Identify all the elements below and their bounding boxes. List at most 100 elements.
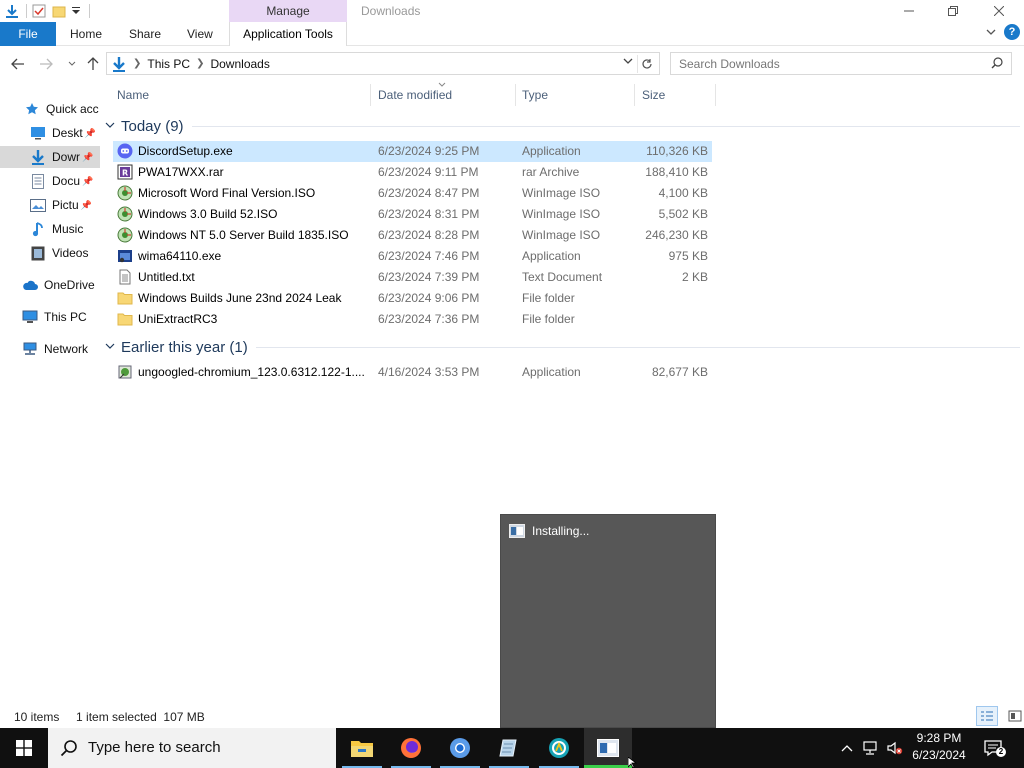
tray-network[interactable] bbox=[860, 728, 882, 768]
tab-application-tools[interactable]: Application Tools bbox=[229, 22, 347, 46]
restore-button[interactable] bbox=[930, 0, 976, 22]
forward-button[interactable] bbox=[36, 54, 56, 74]
file-row[interactable]: ungoogled-chromium_123.0.6312.122-1.... … bbox=[113, 362, 712, 383]
file-row[interactable]: Windows Builds June 23nd 2024 Leak 6/23/… bbox=[113, 288, 712, 309]
details-view-button[interactable] bbox=[976, 706, 998, 726]
notification-badge: 2 bbox=[996, 747, 1006, 757]
firefox-icon bbox=[401, 738, 421, 758]
minimize-button[interactable] bbox=[886, 0, 932, 22]
restore-icon bbox=[948, 6, 958, 16]
customize-qat-icon[interactable] bbox=[71, 3, 81, 19]
mouse-cursor-icon bbox=[627, 756, 638, 768]
tab-file[interactable]: File bbox=[0, 22, 56, 46]
taskbar-notepad[interactable] bbox=[485, 728, 533, 768]
file-row[interactable]: DiscordSetup.exe 6/23/2024 9:25 PM Appli… bbox=[113, 141, 712, 162]
collapse-chevron-icon[interactable] bbox=[105, 341, 121, 353]
nav-onedrive[interactable]: OneDrive bbox=[22, 274, 100, 296]
nav-item-label: Docu bbox=[52, 174, 81, 188]
taskbar-file-explorer[interactable] bbox=[338, 728, 386, 768]
sort-indicator-icon bbox=[438, 80, 446, 89]
new-folder-icon[interactable] bbox=[51, 3, 67, 19]
search-box[interactable]: Search Downloads bbox=[670, 52, 1012, 75]
taskbar-installer[interactable] bbox=[584, 728, 632, 768]
group-divider bbox=[191, 125, 1020, 127]
nav-network-label: Network bbox=[44, 342, 89, 356]
column-divider[interactable] bbox=[370, 84, 371, 106]
nav-onedrive-label: OneDrive bbox=[44, 278, 95, 292]
start-button[interactable] bbox=[0, 728, 48, 768]
file-row[interactable]: Microsoft Word Final Version.ISO 6/23/20… bbox=[113, 183, 712, 204]
tray-volume[interactable] bbox=[884, 728, 906, 768]
column-header-name[interactable]: Name bbox=[117, 84, 367, 106]
large-icons-view-button[interactable] bbox=[1004, 706, 1024, 726]
search-icon bbox=[991, 57, 1003, 72]
column-header-size[interactable]: Size bbox=[642, 84, 712, 106]
recent-locations-button[interactable] bbox=[62, 54, 82, 74]
installing-dialog[interactable]: Installing... bbox=[500, 514, 716, 728]
nav-item-label: Music bbox=[52, 222, 84, 236]
file-type: File folder bbox=[522, 312, 575, 326]
expand-ribbon-icon[interactable] bbox=[986, 25, 996, 39]
nav-item-videos[interactable]: Videos bbox=[30, 242, 100, 264]
file-row[interactable]: wima64110.exe 6/23/2024 7:46 PM Applicat… bbox=[113, 246, 712, 267]
file-type: WinImage ISO bbox=[522, 186, 601, 200]
taskbar-search-input[interactable]: Type here to search bbox=[88, 739, 221, 756]
folder-icon bbox=[117, 311, 133, 327]
downloads-icon[interactable] bbox=[4, 3, 20, 19]
group-header-earlier-this-year[interactable]: Earlier this year (1) bbox=[105, 336, 1020, 358]
column-divider[interactable] bbox=[515, 84, 516, 106]
file-name: ungoogled-chromium_123.0.6312.122-1.... bbox=[138, 365, 365, 379]
file-row[interactable]: Windows 3.0 Build 52.ISO 6/23/2024 8:31 … bbox=[113, 204, 712, 225]
breadcrumb-this-pc[interactable]: This PC bbox=[147, 57, 190, 71]
arduino-icon bbox=[549, 738, 569, 758]
column-divider[interactable] bbox=[715, 84, 716, 106]
taskbar-arduino[interactable] bbox=[535, 728, 583, 768]
tray-clock[interactable]: 9:28 PM 6/23/2024 bbox=[908, 730, 970, 764]
back-button[interactable] bbox=[8, 54, 28, 74]
star-icon bbox=[24, 101, 40, 117]
column-divider[interactable] bbox=[634, 84, 635, 106]
taskbar-firefox[interactable] bbox=[387, 728, 435, 768]
refresh-icon[interactable] bbox=[637, 55, 655, 73]
nav-item-documents[interactable]: Docu 📌 bbox=[30, 170, 100, 192]
file-row[interactable]: UniExtractRC3 6/23/2024 7:36 PM File fol… bbox=[113, 309, 712, 330]
collapse-chevron-icon[interactable] bbox=[105, 120, 121, 132]
nav-item-pictures[interactable]: Pictu 📌 bbox=[30, 194, 100, 216]
nav-item-desktop[interactable]: Deskt 📌 bbox=[30, 122, 100, 144]
taskbar-search[interactable]: Type here to search bbox=[48, 728, 336, 768]
column-header-type[interactable]: Type bbox=[522, 84, 632, 106]
file-row[interactable]: Untitled.txt 6/23/2024 7:39 PM Text Docu… bbox=[113, 267, 712, 288]
file-name: Microsoft Word Final Version.ISO bbox=[138, 186, 316, 200]
show-hidden-icons-button[interactable] bbox=[838, 728, 856, 768]
up-button[interactable] bbox=[83, 54, 103, 74]
search-input[interactable]: Search Downloads bbox=[679, 57, 780, 71]
nav-network[interactable]: Network bbox=[22, 338, 100, 360]
documents-icon bbox=[30, 173, 46, 189]
file-row[interactable]: R PWA17WXX.rar 6/23/2024 9:11 PM rar Arc… bbox=[113, 162, 712, 183]
close-button[interactable] bbox=[976, 0, 1022, 22]
tab-view[interactable]: View bbox=[187, 22, 213, 46]
breadcrumb-downloads[interactable]: Downloads bbox=[210, 57, 269, 71]
address-bar[interactable]: ❯ This PC ❯ Downloads bbox=[106, 52, 660, 75]
nav-this-pc[interactable]: This PC bbox=[22, 306, 100, 328]
help-icon[interactable]: ? bbox=[1004, 24, 1020, 40]
file-date: 6/23/2024 7:46 PM bbox=[378, 249, 480, 263]
address-dropdown-icon[interactable] bbox=[623, 57, 633, 68]
nav-item-downloads[interactable]: Dowr 📌 bbox=[0, 146, 100, 168]
properties-icon[interactable] bbox=[31, 3, 47, 19]
tab-home[interactable]: Home bbox=[70, 22, 102, 46]
tab-share[interactable]: Share bbox=[129, 22, 161, 46]
minimize-icon bbox=[904, 10, 914, 12]
file-size: 110,326 KB bbox=[646, 144, 708, 158]
taskbar-chromium[interactable] bbox=[436, 728, 484, 768]
up-arrow-icon bbox=[87, 57, 99, 70]
notepad-icon bbox=[499, 739, 517, 757]
nav-quick-access[interactable]: Quick acc bbox=[24, 98, 100, 120]
nav-item-label: Videos bbox=[52, 246, 89, 260]
file-size: 5,502 KB bbox=[658, 207, 708, 221]
group-header-today[interactable]: Today (9) bbox=[105, 115, 1020, 137]
nav-this-pc-label: This PC bbox=[44, 310, 87, 324]
nav-item-music[interactable]: Music bbox=[30, 218, 100, 240]
manage-context-tab[interactable]: Manage bbox=[229, 0, 347, 22]
file-row[interactable]: Windows NT 5.0 Server Build 1835.ISO 6/2… bbox=[113, 225, 712, 246]
